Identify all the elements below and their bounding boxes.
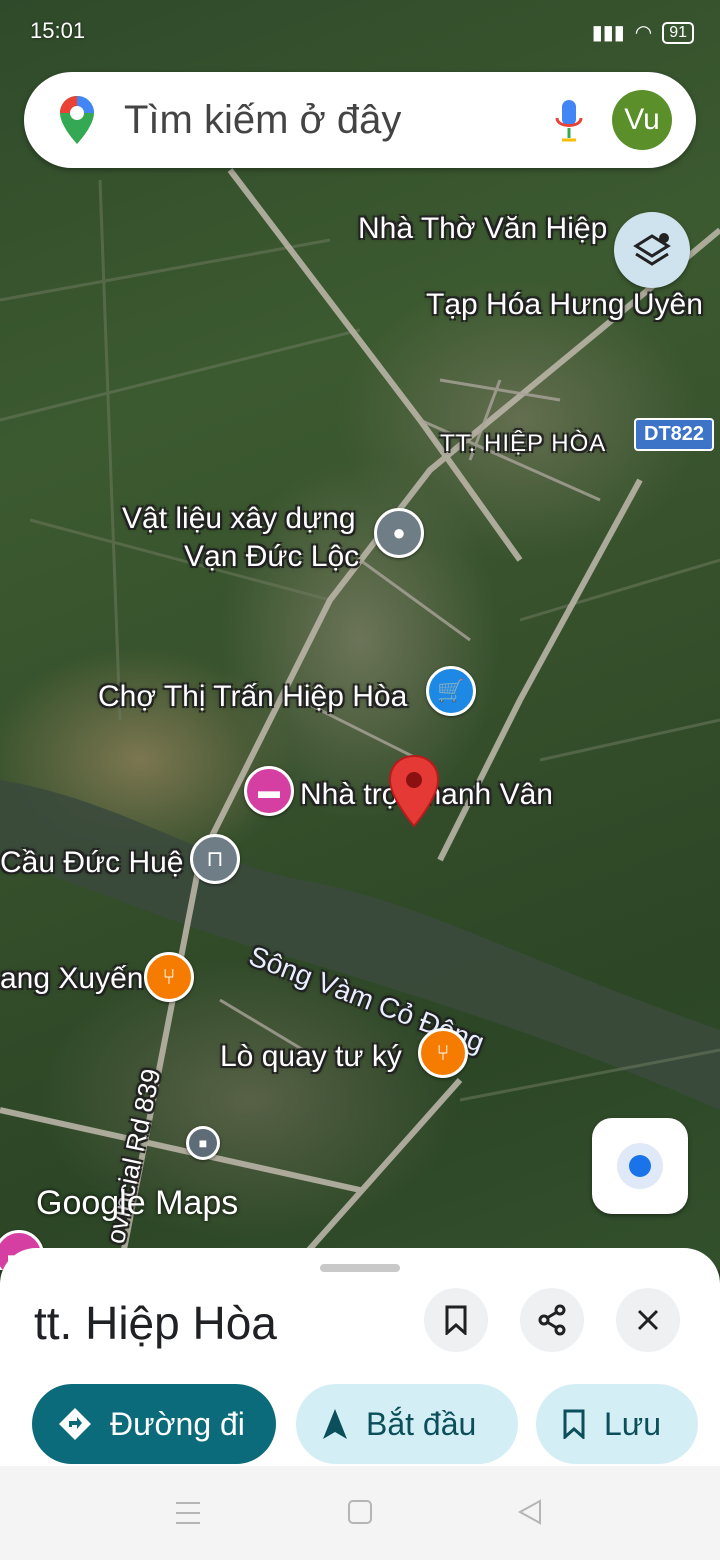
my-location-button[interactable] [592, 1118, 688, 1214]
share-icon [538, 1304, 566, 1336]
my-location-icon [629, 1155, 651, 1177]
navigation-arrow-icon [322, 1408, 348, 1440]
close-button[interactable] [616, 1288, 680, 1352]
bookmark-icon [562, 1409, 586, 1439]
poi-label-materials-line2[interactable]: Vạn Đức Lộc [184, 540, 359, 574]
system-nav-bar [0, 1466, 720, 1560]
layers-icon [633, 233, 671, 266]
home-icon[interactable] [346, 1498, 374, 1526]
bookmark-icon [445, 1305, 467, 1335]
share-button[interactable] [520, 1288, 584, 1352]
save-button[interactable]: Lưu [536, 1384, 698, 1464]
status-icons: ▮▮▮ ◠ 91 [592, 20, 694, 45]
start-label: Bắt đầu [366, 1405, 477, 1442]
place-title: tt. Hiệp Hòa [34, 1297, 277, 1349]
shopping-cart-icon[interactable]: 🛒 [426, 666, 476, 716]
place-bottom-sheet[interactable]: tt. Hiệp Hòa Đường đi Bắt đầu Lưu [0, 1248, 720, 1466]
menu-icon[interactable] [174, 1500, 202, 1526]
wifi-icon: ◠ [634, 22, 653, 44]
microphone-icon[interactable] [554, 98, 584, 144]
map-view[interactable]: Nhà Thờ Văn Hiệp Tạp Hóa Hưng Uyên TT. H… [0, 0, 720, 1270]
location-marker-icon[interactable] [388, 754, 440, 828]
signal-icon: ▮▮▮ [591, 22, 625, 44]
avatar[interactable]: Vu [612, 90, 672, 150]
directions-button[interactable]: Đường đi [32, 1384, 276, 1464]
start-button[interactable]: Bắt đầu [296, 1384, 518, 1464]
back-icon[interactable] [516, 1498, 544, 1526]
road-badge-dt822: DT822 [634, 418, 715, 451]
poi-label-church[interactable]: Nhà Thờ Văn Hiệp [358, 212, 607, 246]
save-label: Lưu [604, 1405, 662, 1442]
restaurant-icon[interactable]: ⑂ [144, 952, 194, 1002]
drag-handle[interactable] [320, 1264, 400, 1272]
place-pin-icon[interactable]: ● [374, 508, 424, 558]
directions-label: Đường đi [110, 1405, 245, 1442]
search-input[interactable]: Tìm kiếm ở đây [124, 98, 401, 143]
bookmark-button[interactable] [424, 1288, 488, 1352]
poi-label-bridge[interactable]: Cầu Đức Huệ [0, 846, 184, 880]
poi-label-materials-line1[interactable]: Vật liệu xây dựng [122, 502, 356, 536]
poi-label-restaurant[interactable]: Lò quay tư ký [220, 1040, 402, 1074]
google-maps-logo-icon [60, 96, 94, 144]
layers-button[interactable] [614, 212, 690, 288]
search-bar[interactable]: Tìm kiếm ở đây Vu [24, 72, 696, 168]
map-roads [0, 168, 720, 1270]
restaurant-icon[interactable]: ⑂ [418, 1028, 468, 1078]
bus-stop-icon[interactable]: ■ [186, 1126, 220, 1160]
bridge-icon[interactable]: ⊓ [190, 834, 240, 884]
poi-label-grocery[interactable]: Tạp Hóa Hưng Uyên [426, 288, 703, 322]
google-maps-attribution: Google Maps [36, 1184, 239, 1222]
battery-indicator: 91 [662, 21, 694, 44]
directions-icon [58, 1407, 92, 1441]
town-label: TT. HIỆP HÒA [440, 430, 607, 457]
close-icon [637, 1309, 659, 1331]
poi-label-restaurant-left[interactable]: ang Xuyến [0, 962, 143, 996]
hotel-bed-icon[interactable]: ▬ [244, 766, 294, 816]
poi-label-market[interactable]: Chợ Thị Trấn Hiệp Hòa [98, 680, 407, 714]
status-time: 15:01 [30, 18, 86, 43]
